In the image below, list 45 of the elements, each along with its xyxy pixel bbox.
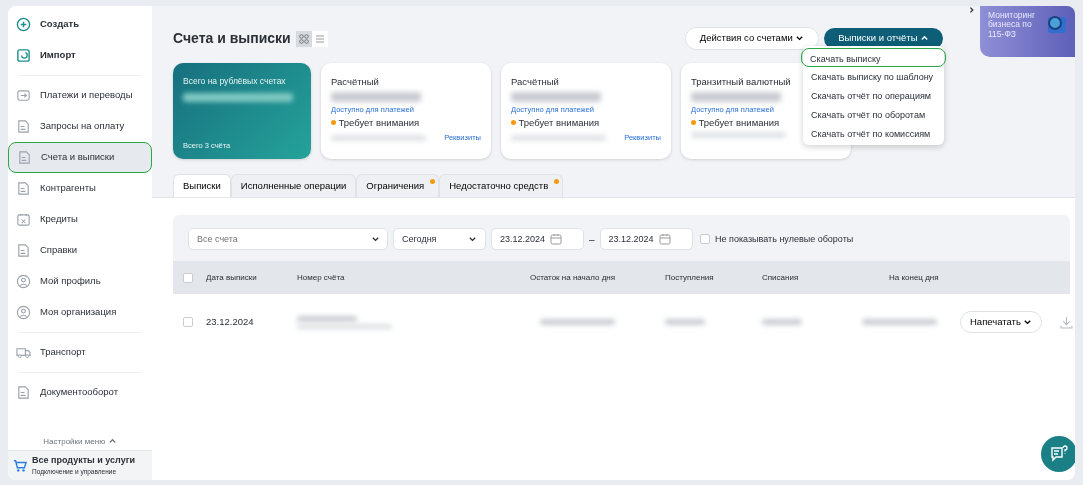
menu-settings-link[interactable]: Настройки меню (43, 435, 106, 448)
tab[interactable]: Недостаточно средств (439, 174, 564, 198)
tab[interactable]: Исполненные операции (230, 174, 357, 198)
tab[interactable]: Выписки (173, 174, 231, 198)
menu-item[interactable]: Скачать выписку (801, 48, 946, 67)
print-button[interactable]: Напечатать (960, 311, 1043, 334)
table-cell-text: 23.12.2024 (206, 315, 255, 330)
account-status: Требует внимания (698, 115, 780, 130)
column-header: Остаток на начало дня (530, 271, 617, 284)
sidebar-item[interactable]: Создать (8, 8, 152, 40)
column-header: Дата выписки (206, 271, 258, 284)
account-status: Требует внимания (518, 115, 600, 130)
column-header: Списания (762, 271, 800, 284)
date-range-dash: – (589, 232, 595, 247)
account-type: Транзитный валютный (691, 75, 791, 89)
sidebar-item[interactable]: Документооборот (8, 376, 152, 408)
sidebar-item[interactable]: Счета и выписки (8, 141, 152, 173)
sidebar-item[interactable]: Мой профиль (8, 265, 152, 297)
sidebar-item[interactable]: Кредиты (8, 203, 152, 235)
sidebar-item[interactable]: Контрагенты (8, 172, 152, 204)
account-select[interactable]: Все счета (188, 228, 388, 251)
summary-label: Всего на рублёвых счетах (183, 75, 287, 88)
checkbox-label: Не показывать нулевые обороты (715, 232, 854, 246)
page-title: Счета и выписки (173, 29, 291, 48)
promo-banner[interactable]: Мониторинг бизнеса по 115-ФЗ (980, 6, 1075, 57)
period-select[interactable]: Сегодня (393, 228, 486, 251)
promo-text: Мониторинг бизнеса по 115-ФЗ (988, 11, 1037, 41)
column-header: Номер счёта (297, 271, 346, 284)
products-title: Все продукты и услуги (32, 453, 135, 467)
accounts-actions-button[interactable]: Действия со счетами (684, 27, 820, 50)
date-field[interactable]: 23.12.2024 (599, 228, 693, 251)
account-status: Требует внимания (338, 115, 420, 130)
sidebar-item[interactable]: Импорт (8, 39, 152, 71)
sidebar-item[interactable]: Запросы на оплату (8, 110, 152, 142)
account-type: Расчётный (511, 75, 559, 89)
account-type: Расчётный (331, 75, 379, 89)
sidebar-item[interactable]: Моя организация (8, 296, 152, 328)
sidebar-item[interactable]: Платежи и переводы (8, 79, 152, 111)
tab[interactable]: Ограничения (356, 174, 440, 198)
sidebar-item[interactable]: Транспорт (8, 336, 152, 368)
column-header: На конец дня (889, 271, 940, 284)
sidebar-item[interactable]: Справки (8, 234, 152, 266)
date-field[interactable]: 23.12.2024 (491, 228, 584, 251)
reports-button[interactable]: Выписки и отчёты (824, 28, 943, 49)
column-header: Поступления (665, 271, 715, 284)
